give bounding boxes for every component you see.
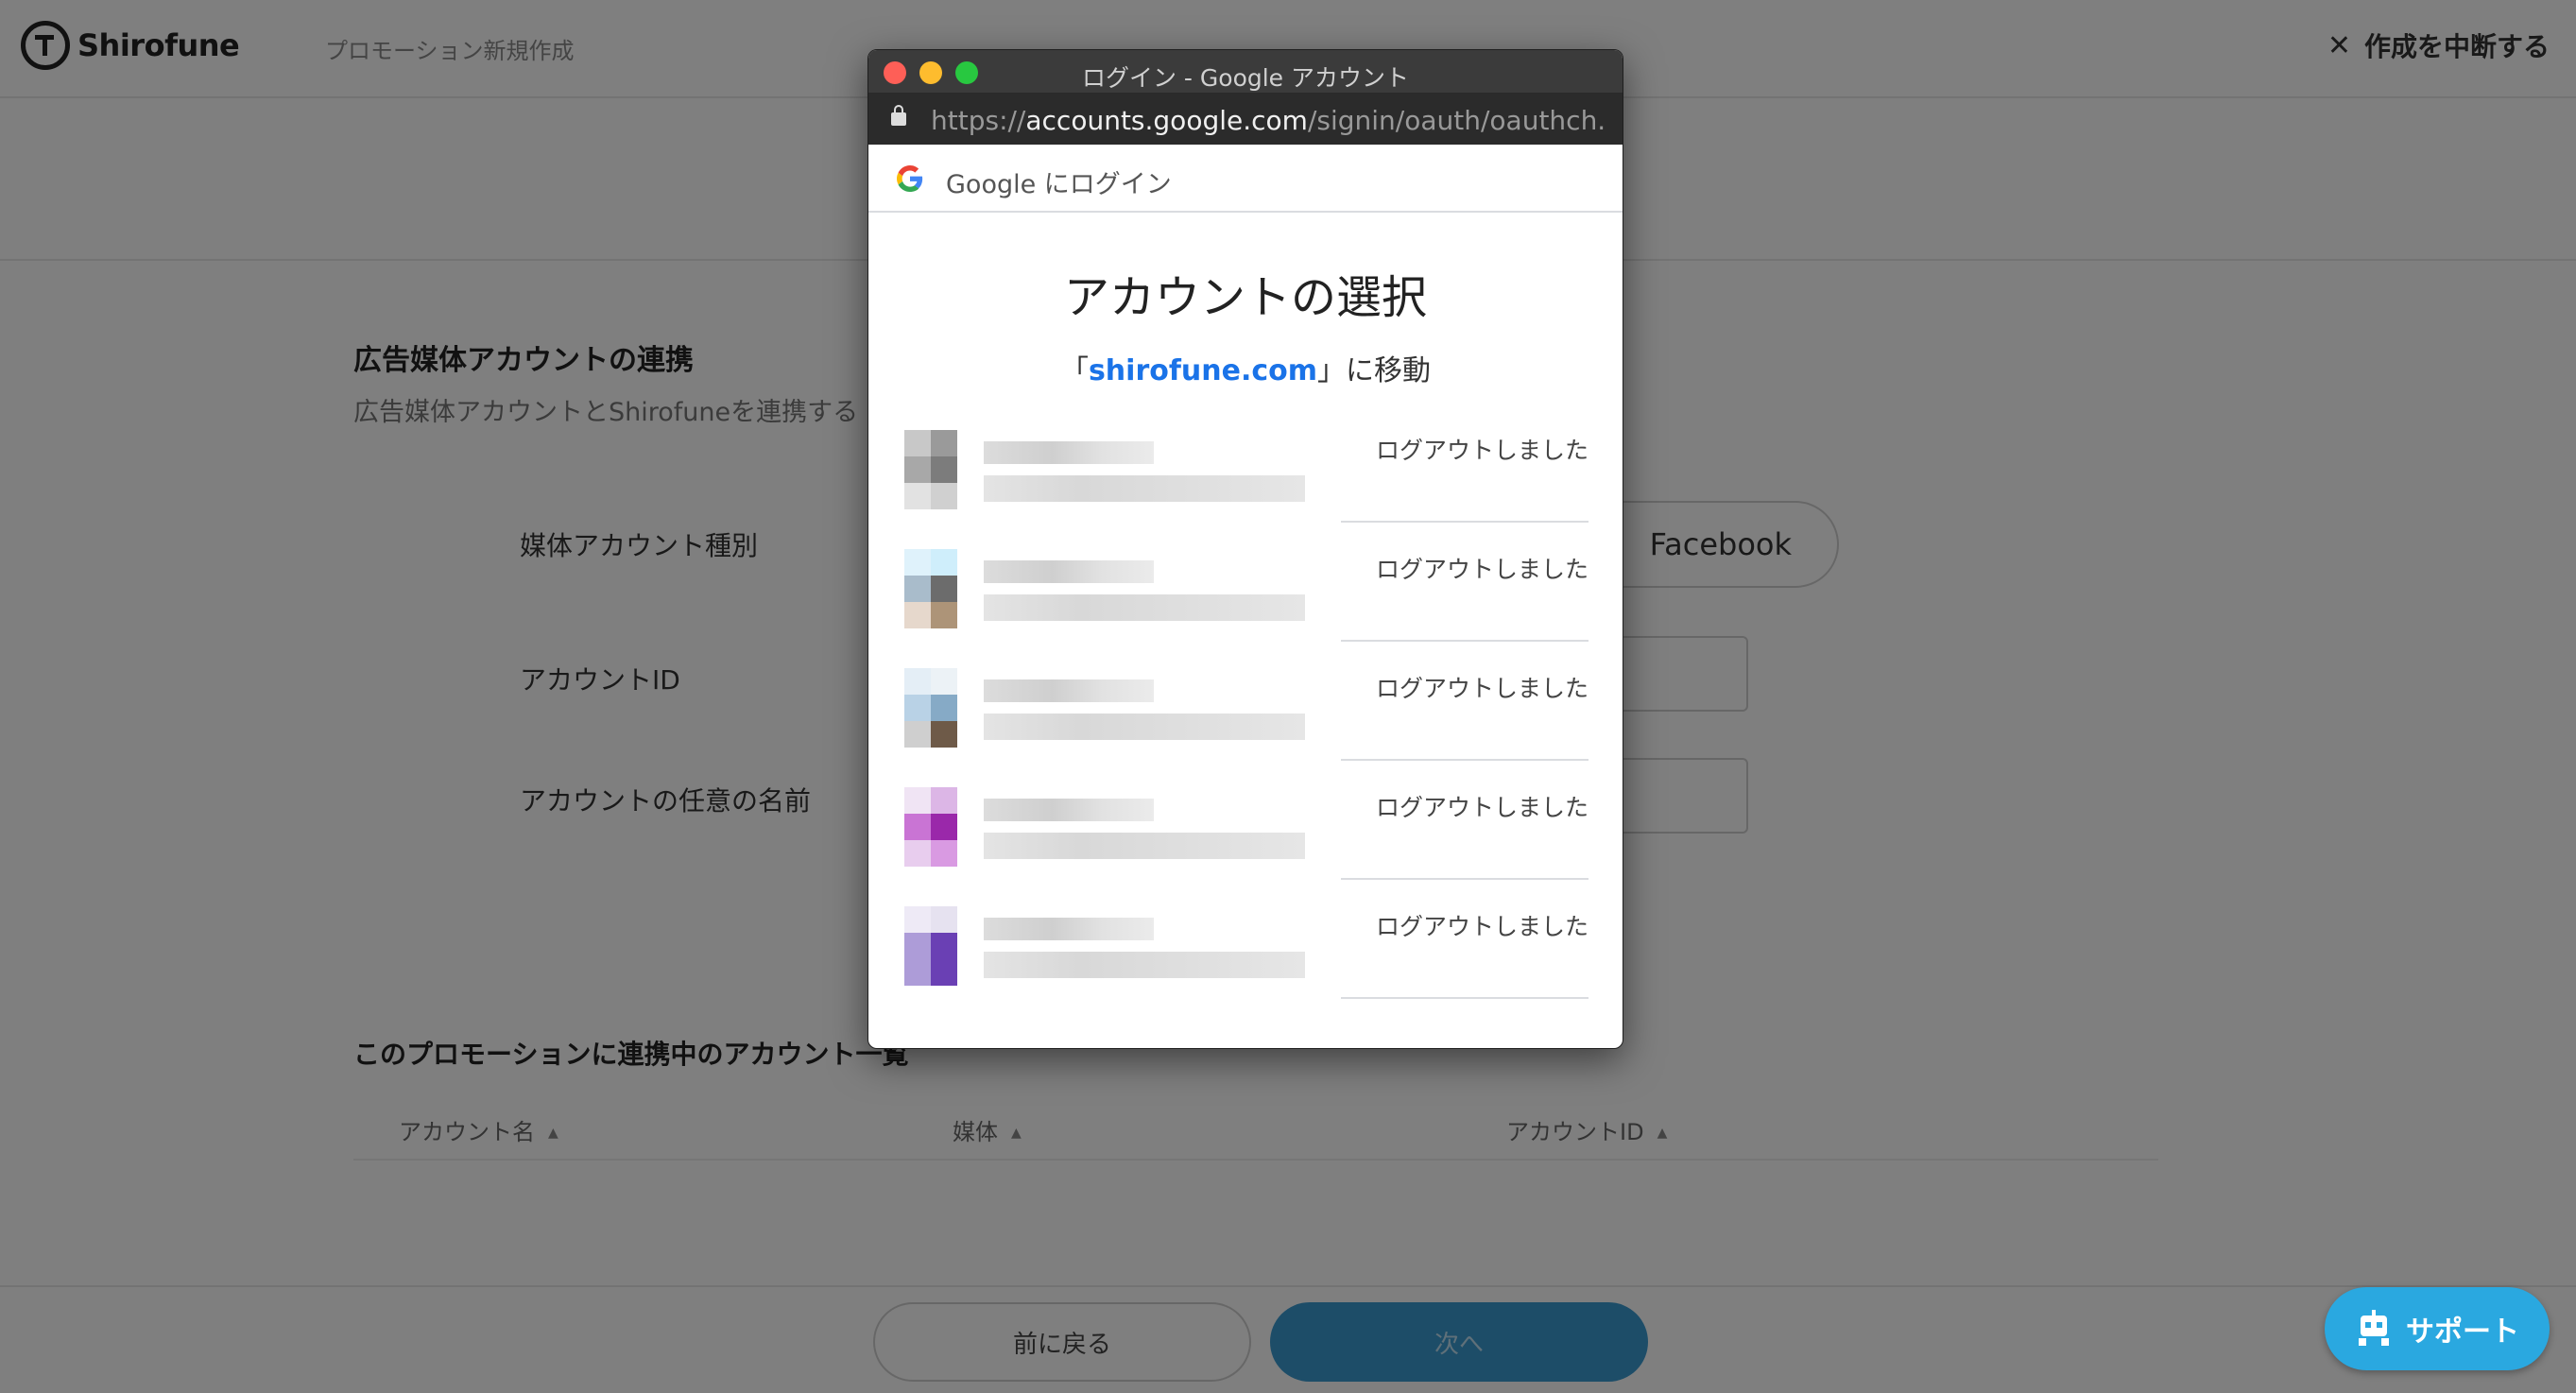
- avatar-pixel: [931, 906, 957, 933]
- avatar-pixel: [904, 549, 931, 576]
- account-list: ログアウトしました ログアウトしました ログアウトしました ログアウトしました: [904, 404, 1589, 999]
- account-item[interactable]: ログアウトしました: [904, 880, 1589, 999]
- pixelated-account-email: [984, 475, 1305, 502]
- avatar-pixel: [904, 933, 931, 959]
- lock-icon: [891, 105, 906, 126]
- google-login-popup-window: ログイン - Google アカウント https://accounts.goo…: [867, 49, 1623, 1049]
- avatar-pixel: [931, 430, 957, 456]
- pixelated-account-name: [984, 441, 1154, 464]
- account-item[interactable]: ログアウトしました: [904, 761, 1589, 880]
- pixelated-account-email: [984, 833, 1305, 859]
- support-label: サポート: [2406, 1316, 2519, 1349]
- pixelated-account-name: [984, 560, 1154, 583]
- avatar-pixel: [904, 456, 931, 483]
- avatar-pixel: [931, 668, 957, 695]
- avatar-pixel: [904, 483, 931, 509]
- avatar-pixel: [931, 576, 957, 602]
- pixelated-account-email: [984, 952, 1305, 978]
- google-g-icon: [897, 165, 923, 192]
- avatar-pixel: [931, 721, 957, 748]
- avatar-pixel: [931, 483, 957, 509]
- avatar-pixel: [931, 933, 957, 959]
- account-item[interactable]: ログアウトしました: [904, 404, 1589, 523]
- window-title: ログイン - Google アカウント: [1081, 64, 1410, 92]
- pixelated-account-name: [984, 679, 1154, 702]
- avatar: [904, 668, 957, 748]
- avatar-pixel: [931, 695, 957, 721]
- redirect-note: 「shirofune.com」に移動: [868, 347, 1623, 388]
- avatar-pixel: [904, 787, 931, 814]
- avatar-pixel: [904, 959, 931, 986]
- account-status: ログアウトしました: [1375, 675, 1589, 702]
- url-bar[interactable]: https://accounts.google.com/signin/oauth…: [868, 94, 1623, 145]
- avatar-pixel: [931, 787, 957, 814]
- avatar-pixel: [931, 549, 957, 576]
- avatar-pixel: [904, 906, 931, 933]
- pixelated-account-email: [984, 594, 1305, 621]
- account-status: ログアウトしました: [1375, 556, 1589, 583]
- avatar-pixel: [904, 840, 931, 867]
- google-signin-bar: Google にログイン: [868, 145, 1623, 213]
- url-path: /signin/oauth/oauthch...: [1307, 105, 1607, 136]
- avatar-pixel: [931, 602, 957, 628]
- avatar-pixel: [931, 456, 957, 483]
- url-text: https://accounts.google.com/signin/oauth…: [931, 105, 1607, 136]
- account-status: ログアウトしました: [1375, 913, 1589, 940]
- avatar: [904, 430, 957, 509]
- avatar: [904, 549, 957, 628]
- account-item[interactable]: ログアウトしました: [904, 523, 1589, 642]
- robot-icon: [2355, 1310, 2393, 1348]
- avatar-pixel: [904, 695, 931, 721]
- redirect-prefix: 「: [1059, 354, 1089, 387]
- choose-account-heading: アカウントの選択: [1063, 271, 1427, 324]
- avatar: [904, 787, 957, 867]
- avatar-pixel: [904, 430, 931, 456]
- avatar-pixel: [931, 814, 957, 840]
- avatar-pixel: [904, 602, 931, 628]
- avatar-pixel: [904, 721, 931, 748]
- url-scheme: https://: [931, 105, 1026, 136]
- account-item[interactable]: ログアウトしました: [904, 642, 1589, 761]
- account-divider: [1341, 997, 1589, 999]
- redirect-site-link[interactable]: shirofune.com: [1089, 354, 1317, 387]
- account-status: ログアウトしました: [1375, 794, 1589, 821]
- window-titlebar[interactable]: ログイン - Google アカウント: [868, 50, 1623, 94]
- pixelated-account-name: [984, 799, 1154, 821]
- pixelated-account-name: [984, 918, 1154, 940]
- url-host: accounts.google.com: [1025, 105, 1308, 136]
- avatar: [904, 906, 957, 986]
- support-button[interactable]: サポート: [2325, 1287, 2550, 1370]
- avatar-pixel: [904, 814, 931, 840]
- avatar-pixel: [904, 668, 931, 695]
- avatar-pixel: [931, 959, 957, 986]
- redirect-suffix: 」に移動: [1317, 354, 1432, 387]
- google-signin-label: Google にログイン: [946, 170, 1172, 199]
- avatar-pixel: [931, 840, 957, 867]
- avatar-pixel: [904, 576, 931, 602]
- account-status: ログアウトしました: [1375, 437, 1589, 464]
- pixelated-account-email: [984, 714, 1305, 740]
